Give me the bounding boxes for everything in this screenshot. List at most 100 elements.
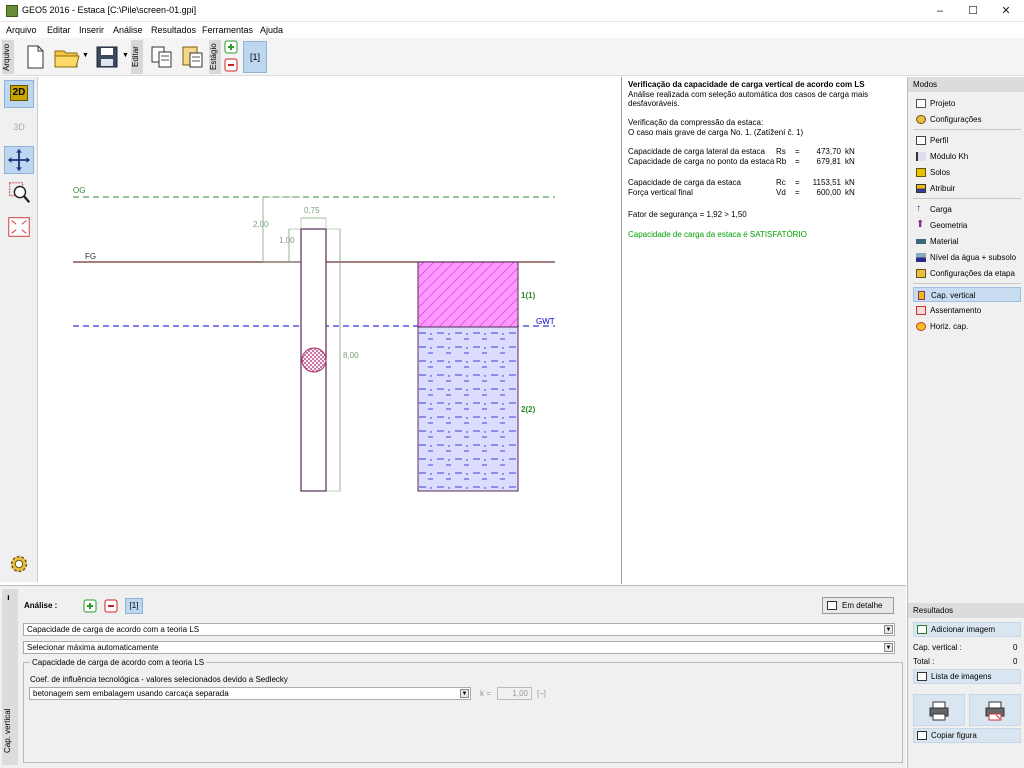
add-image-icon — [917, 625, 927, 634]
copy-data-icon[interactable] — [147, 42, 177, 72]
paste-data-icon[interactable] — [178, 42, 208, 72]
image-list-button[interactable]: Lista de imagens — [913, 669, 1021, 684]
k-input[interactable]: 1,00 — [497, 687, 532, 700]
mode-carga[interactable]: ↑ Carga — [913, 202, 1021, 217]
ls-group-box: Capacidade de carga de acordo com a teor… — [23, 658, 903, 763]
zoom-icon[interactable] — [4, 179, 34, 207]
add-analysis-icon[interactable] — [83, 599, 97, 613]
pile-cross-section — [301, 347, 327, 373]
pan-move-icon[interactable] — [4, 146, 34, 174]
menu-editar[interactable]: Editar — [47, 25, 71, 35]
menu-inserir[interactable]: Inserir — [79, 25, 104, 35]
menu-resultados[interactable]: Resultados — [151, 25, 196, 35]
menu-ferramentas[interactable]: Ferramentas — [202, 25, 253, 35]
add-stage-icon[interactable] — [224, 40, 238, 54]
tech-select[interactable]: betonagem sem embalagem usando carcaça s… — [29, 687, 471, 700]
projeto-icon — [916, 99, 926, 108]
mode-geometria[interactable]: ⬆ Geometria — [913, 218, 1021, 233]
dim-8-label: 8,00 — [343, 351, 359, 360]
mode-configuracoes[interactable]: Configurações — [913, 112, 1021, 127]
settings-gear-icon[interactable] — [4, 550, 34, 578]
results-subtitle-1: Análise realizada com seleção automática… — [628, 90, 869, 99]
mode-projeto[interactable]: Projeto — [913, 96, 1021, 111]
view-2d-button[interactable]: 2D — [4, 80, 34, 108]
coef-label: Coef. de influência tecnológica - valore… — [30, 675, 288, 684]
result-row-rs: Capacidade de carga lateral da estaca Rs =… — [628, 147, 855, 156]
pin-icon[interactable]: ╻ — [6, 591, 11, 600]
open-folder-icon[interactable] — [52, 42, 82, 72]
layer-1-label: 1(1) — [521, 291, 536, 300]
open-dropdown-arrow[interactable]: ▼ — [82, 52, 89, 59]
title-bar: GEO5 2016 - Estaca [C:\Pile\screen-01.gp… — [0, 0, 1024, 22]
mode-config-etapa[interactable]: Configurações da etapa — [913, 266, 1021, 281]
zoom-extents-icon[interactable] — [4, 213, 34, 241]
toolbar-group-editar: Editar — [131, 40, 143, 74]
mode-horiz-cap[interactable]: Horiz. cap. — [913, 319, 1021, 334]
window-title: GEO5 2016 - Estaca [C:\Pile\screen-01.gp… — [22, 5, 197, 15]
printer-icon — [929, 701, 949, 721]
view-3d-button[interactable]: 3D — [4, 113, 34, 141]
layer-2-label: 2(2) — [521, 405, 536, 414]
mode-solos[interactable]: Solos — [913, 165, 1021, 180]
close-button[interactable]: ✕ — [990, 0, 1022, 22]
mode-modulo-kh[interactable]: Módulo Kh — [913, 149, 1021, 164]
fg-label: FG — [85, 252, 96, 261]
og-label: OG — [73, 186, 85, 195]
results-subtitle-2: desfavoráveis. — [628, 99, 680, 108]
left-toolbar: 2D 3D — [0, 77, 38, 582]
safety-factor: Fator de segurança = 1,92 > 1,50 — [628, 210, 747, 219]
new-file-icon[interactable] — [20, 42, 50, 72]
analysis-label: Análise : — [24, 601, 58, 610]
soil-layer-1 — [417, 261, 519, 328]
result-row-rc: Capacidade de carga da estaca Rc = 1153,51 k… — [628, 178, 855, 187]
method-dropdown-icon[interactable]: ▼ — [884, 625, 893, 634]
drawing-canvas[interactable]: OG FG GWT 2,00 1,00 0,75 8,00 1(1) 2(2) — [39, 77, 620, 584]
print-button[interactable] — [913, 694, 965, 726]
tech-dropdown-icon[interactable]: ▼ — [460, 689, 469, 698]
horiz-cap-icon — [916, 322, 926, 331]
app-icon — [6, 5, 18, 17]
copy-figure-button[interactable]: Copiar figura — [913, 728, 1021, 743]
total-count-label: Total : — [913, 657, 935, 666]
mode-atribuir[interactable]: Atribuir — [913, 181, 1021, 196]
results-header: Resultados — [908, 603, 1024, 618]
toolbar-group-estagio: Estágio — [209, 40, 221, 74]
mode-material[interactable]: Material — [913, 234, 1021, 249]
detail-button[interactable]: Em detalhe — [822, 597, 894, 614]
result-row-vd: Força vertical final Vd = 600,00 kN — [628, 188, 855, 197]
gwt-label: GWT — [536, 317, 555, 326]
stage-settings-icon — [916, 269, 926, 278]
solos-icon — [916, 168, 926, 177]
auto-select[interactable]: Selecionar máxima automaticamente ▼ — [23, 641, 895, 654]
cap-vertical-count: 0 — [1013, 643, 1018, 652]
stage-1-button[interactable]: [1] — [243, 41, 267, 73]
save-icon[interactable] — [92, 42, 122, 72]
mode-assentamento[interactable]: Assentamento — [913, 303, 1021, 318]
carga-arrow-icon: ↑ — [916, 203, 921, 214]
menu-bar: Arquivo Editar Inserir Análise Resultado… — [0, 22, 1024, 38]
ls-group-title: Capacidade de carga de acordo com a teor… — [30, 658, 207, 667]
verdict-text: Capacidade de carga da estaca é SATISFAT… — [628, 230, 807, 239]
k-label: k = — [480, 689, 491, 698]
remove-stage-icon[interactable] — [224, 58, 238, 72]
copy-figure-icon — [917, 731, 927, 740]
remove-analysis-icon[interactable] — [104, 599, 118, 613]
menu-ajuda[interactable]: Ajuda — [260, 25, 283, 35]
gear-icon — [916, 115, 926, 124]
mode-cap-vertical[interactable]: Cap. vertical — [913, 287, 1021, 302]
maximize-button[interactable]: ☐ — [957, 0, 989, 22]
mode-perfil[interactable]: Perfil — [913, 133, 1021, 148]
minimize-button[interactable]: – — [924, 0, 956, 22]
auto-dropdown-icon[interactable]: ▼ — [884, 643, 893, 652]
menu-analise[interactable]: Análise — [113, 25, 143, 35]
analysis-1-button[interactable]: [1] — [125, 598, 143, 614]
perfil-icon — [916, 136, 926, 145]
menu-arquivo[interactable]: Arquivo — [6, 25, 37, 35]
method-select[interactable]: Capacidade de carga de acordo com a teor… — [23, 623, 895, 636]
save-dropdown-arrow[interactable]: ▼ — [122, 52, 129, 59]
print-export-button[interactable] — [969, 694, 1021, 726]
toolbar: Arquivo ▼ ▼ Editar Estágio [1] — [0, 38, 1024, 76]
mode-nivel-agua[interactable]: Nível da água + subsolo — [913, 250, 1021, 265]
water-level-icon — [916, 253, 926, 262]
add-image-button[interactable]: Adicionar imagem — [913, 622, 1021, 637]
